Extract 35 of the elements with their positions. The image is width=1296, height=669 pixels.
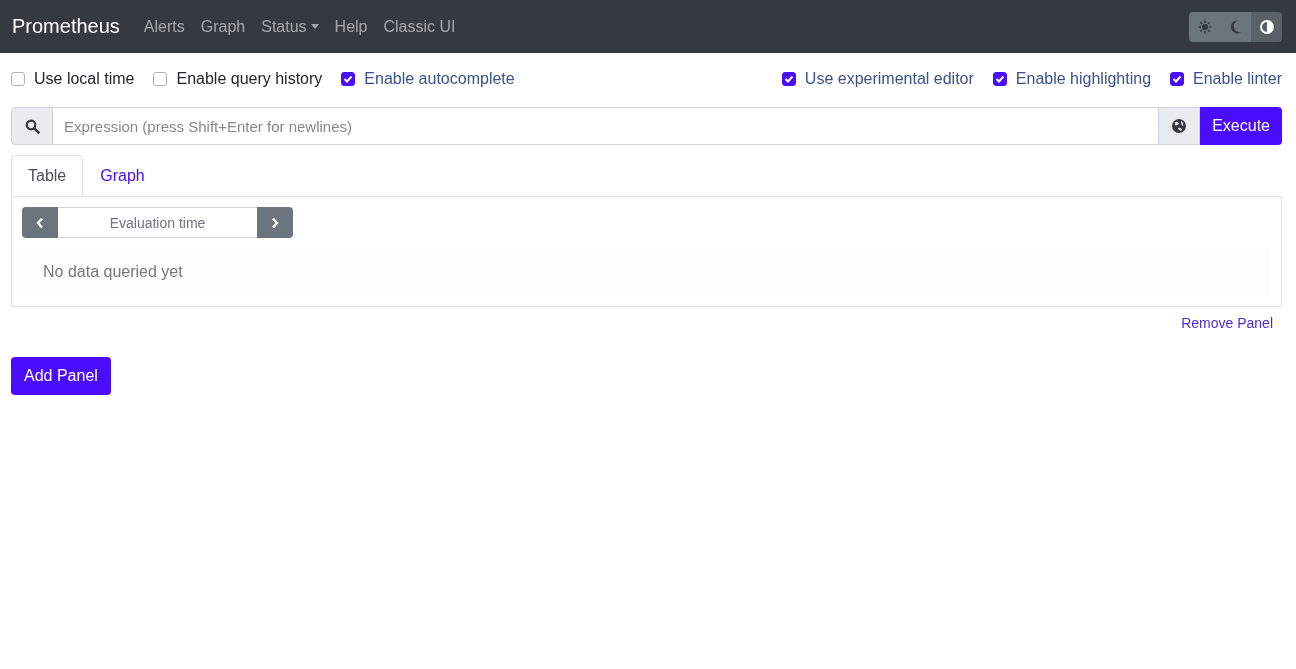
option-checkbox[interactable]: Use experimental editor [781, 70, 974, 88]
option-checkbox[interactable]: Enable autocomplete [341, 70, 515, 88]
option-checkbox[interactable]: Enable highlighting [992, 70, 1152, 88]
brand-logo-text[interactable]: Prometheus [12, 15, 120, 38]
nav-link[interactable]: Graph [200, 17, 246, 36]
theme-button[interactable] [1251, 11, 1282, 42]
contrast-icon [1259, 19, 1274, 34]
evaluation-time-input[interactable]: Evaluation time [58, 207, 257, 238]
search-icon [24, 118, 40, 134]
caret-icon [310, 24, 319, 29]
execute-button[interactable]: Execute [1200, 107, 1282, 145]
metrics-explorer-button[interactable] [1158, 107, 1201, 145]
panel-tab[interactable]: Table [11, 155, 84, 197]
checkmark-icon [343, 75, 354, 83]
nav-link[interactable]: Alerts [143, 17, 185, 36]
nav-link[interactable]: Help [334, 17, 368, 36]
chevron-left-icon [36, 216, 44, 229]
add-panel-button[interactable]: Add Panel [11, 357, 111, 395]
sun-icon [1197, 19, 1212, 34]
moon-icon [1229, 19, 1242, 34]
remove-panel-link[interactable]: Remove Panel [1181, 315, 1273, 331]
nav-link[interactable]: Classic UI [383, 17, 456, 36]
checkmark-icon [994, 75, 1005, 83]
expression-input[interactable]: Expression (press Shift+Enter for newlines) [53, 107, 1159, 145]
globe-icon [1171, 118, 1188, 134]
next-button[interactable] [257, 207, 293, 238]
panel-tab[interactable]: Graph [83, 155, 162, 196]
previous-button[interactable] [22, 207, 58, 238]
option-checkbox[interactable]: Use local time [11, 70, 135, 88]
chevron-right-icon [271, 216, 279, 229]
checkmark-icon [1172, 75, 1183, 83]
nav-link[interactable]: Status [261, 17, 319, 36]
option-checkbox[interactable]: Enable query history [153, 70, 323, 88]
checkmark-icon [783, 75, 794, 83]
option-checkbox[interactable]: Enable linter [1170, 70, 1282, 88]
